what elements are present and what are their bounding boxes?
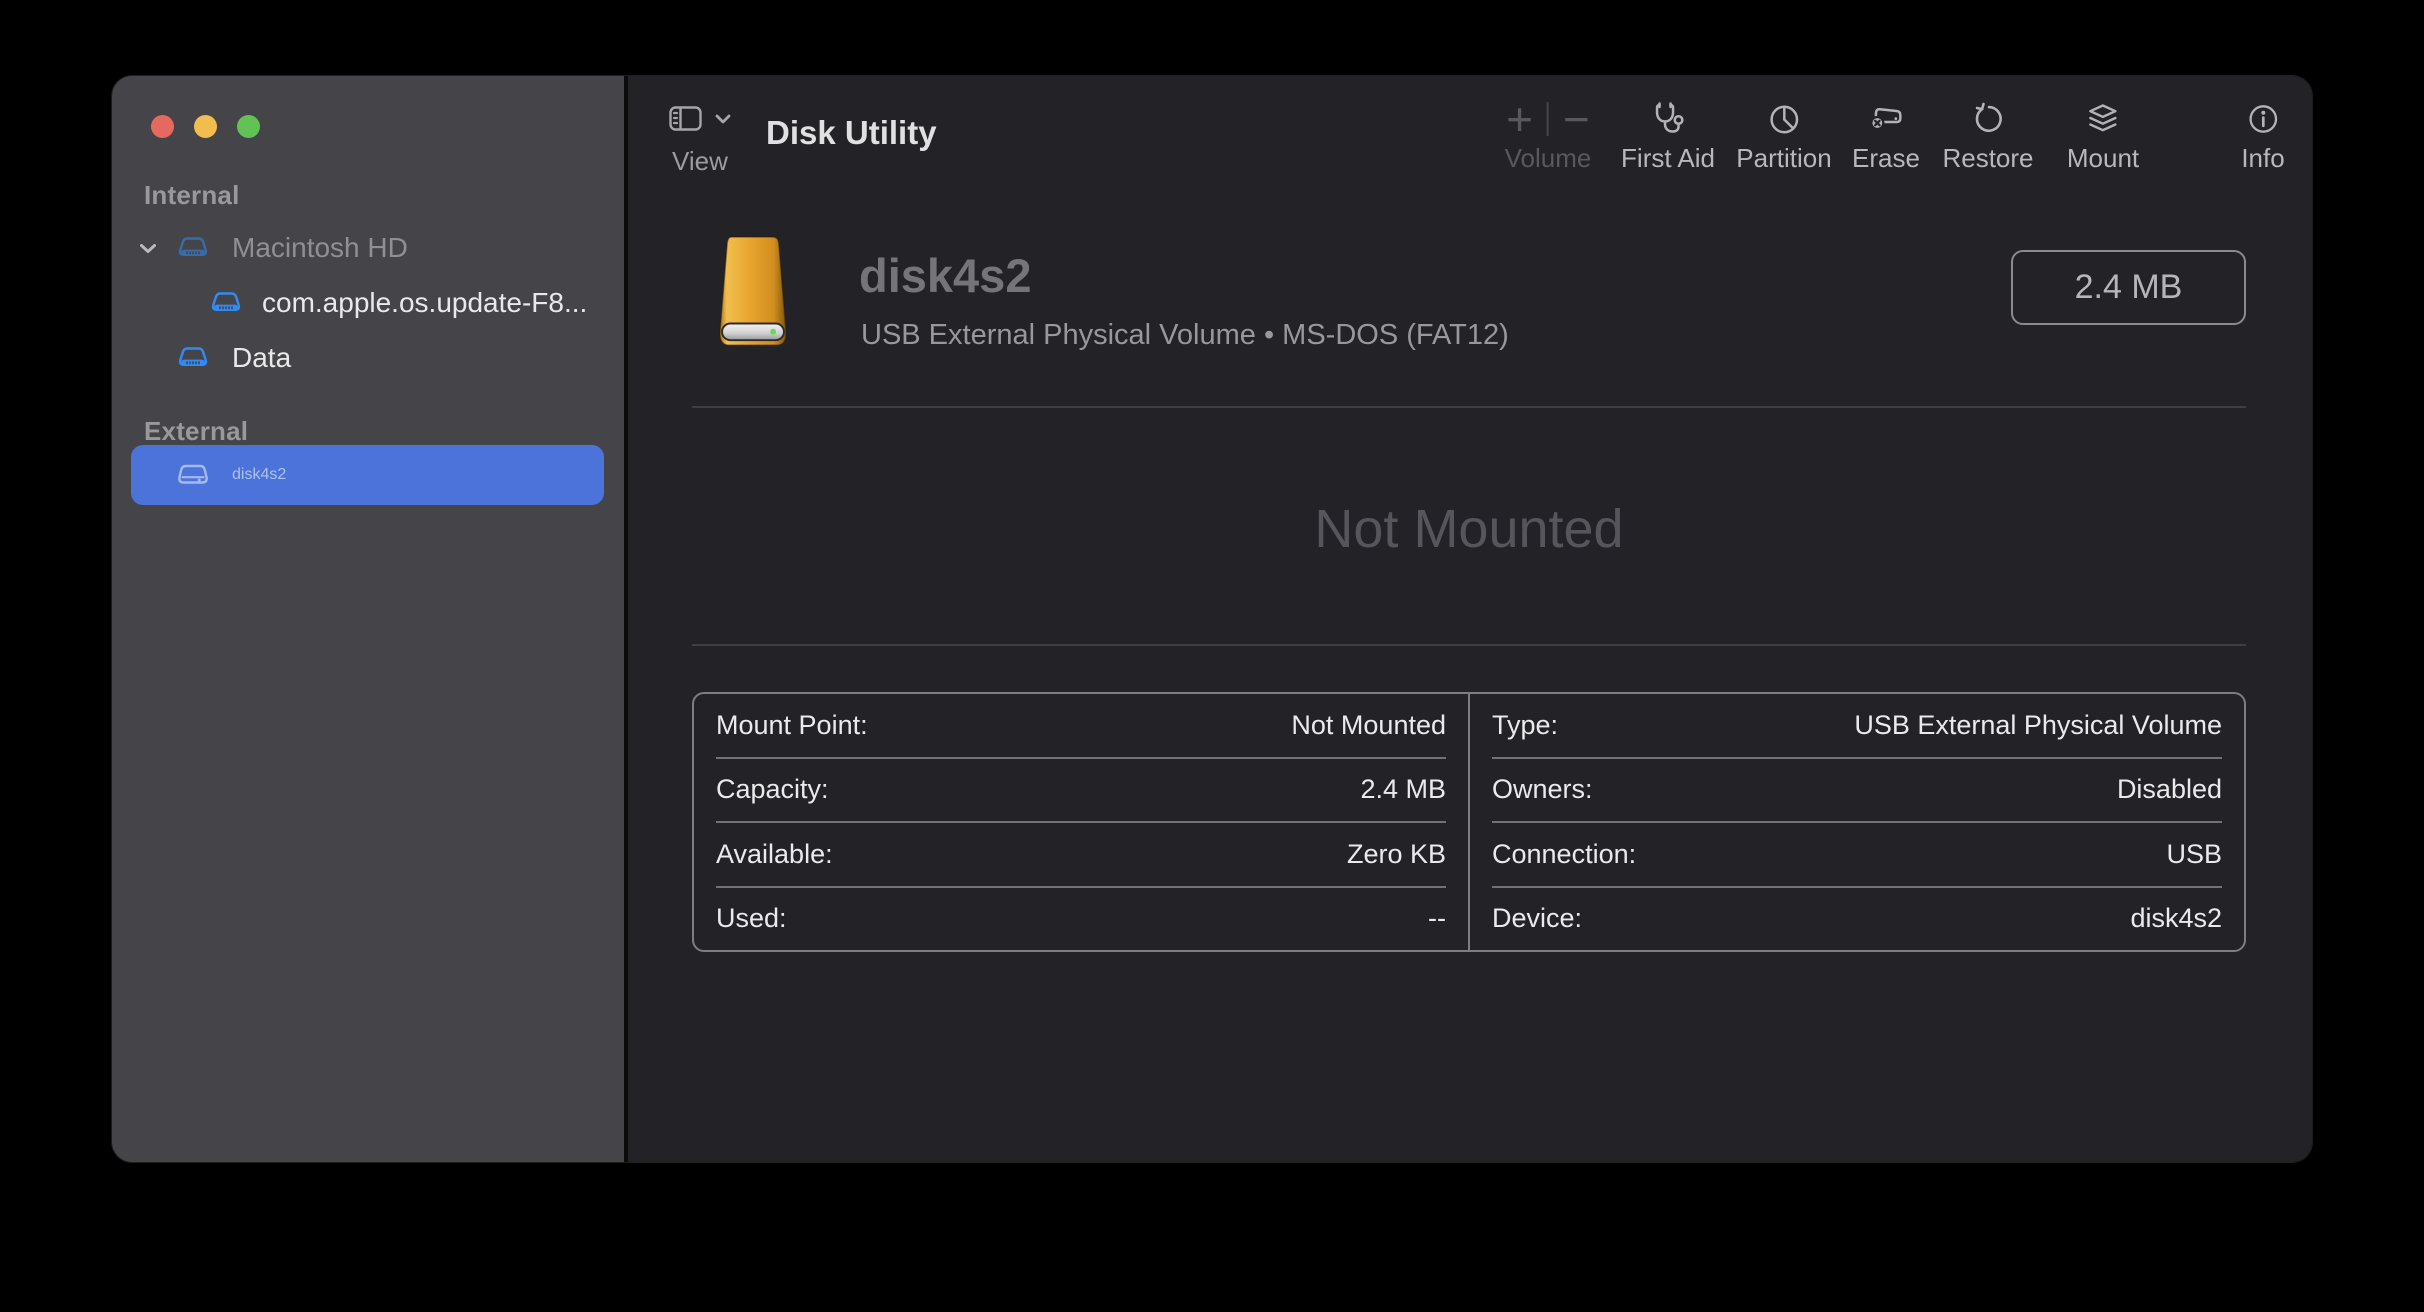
- table-row: Device: disk4s2: [1492, 888, 2222, 951]
- disk-utility-window: Internal Macintosh HD: [112, 76, 2312, 1162]
- info-circle-icon: [2245, 101, 2281, 137]
- sidebar-section-external: External: [144, 416, 248, 447]
- sidebar-item-label: Data: [232, 342, 291, 374]
- sidebar-item-label: disk4s2: [232, 466, 286, 484]
- sidebar-item-label: Macintosh HD: [232, 232, 408, 264]
- table-row: Connection: USB: [1492, 823, 2222, 888]
- table-row: Used: --: [716, 888, 1446, 951]
- row-value: 2.4 MB: [1360, 774, 1446, 805]
- partition-button[interactable]: Partition: [1736, 98, 1831, 174]
- sidebar-item-data[interactable]: Data: [112, 330, 624, 386]
- erase-drive-icon: [1866, 102, 1906, 136]
- internal-drive-icon: [176, 235, 210, 261]
- volume-description: USB External Physical Volume • MS-DOS (F…: [861, 319, 1509, 352]
- row-label: Type:: [1492, 710, 1558, 741]
- separator-line: [692, 406, 2246, 408]
- info-button[interactable]: Info: [2241, 98, 2284, 174]
- external-drive-image: [696, 235, 810, 351]
- separator-line: [692, 644, 2246, 646]
- mount-stack-icon: [2085, 101, 2121, 137]
- view-button[interactable]: View: [669, 106, 731, 177]
- external-drive-icon: [176, 462, 210, 488]
- row-value: USB: [2166, 839, 2222, 870]
- row-value: USB External Physical Volume: [1854, 710, 2222, 741]
- row-value: disk4s2: [2130, 903, 2222, 934]
- row-value: Not Mounted: [1291, 710, 1446, 741]
- sidebar-item-os-update[interactable]: com.apple.os.update-F8...: [112, 275, 624, 331]
- button-divider: [1547, 102, 1549, 136]
- mount-button[interactable]: Mount: [2067, 98, 2139, 174]
- first-aid-button[interactable]: First Aid: [1621, 98, 1715, 174]
- row-label: Available:: [716, 839, 833, 870]
- view-button-label: View: [672, 146, 731, 177]
- row-label: Used:: [716, 903, 787, 934]
- table-row: Capacity: 2.4 MB: [716, 759, 1446, 824]
- row-label: Connection:: [1492, 839, 1636, 870]
- sidebar: Internal Macintosh HD: [112, 76, 624, 1162]
- chevron-down-icon: [715, 114, 731, 124]
- mount-status-message: Not Mounted: [692, 498, 2246, 560]
- add-remove-volume-icon: + −: [1506, 98, 1590, 140]
- row-label: Owners:: [1492, 774, 1593, 805]
- close-button[interactable]: [151, 115, 174, 138]
- row-value: Zero KB: [1347, 839, 1446, 870]
- zoom-button[interactable]: [237, 115, 260, 138]
- table-row: Owners: Disabled: [1492, 759, 2222, 824]
- table-row: Mount Point: Not Mounted: [716, 694, 1446, 759]
- sidebar-item-disk4s2[interactable]: disk4s2: [131, 445, 604, 505]
- row-label: Device:: [1492, 903, 1582, 934]
- restore-button[interactable]: Restore: [1942, 98, 2033, 174]
- volume-button-group[interactable]: + − Volume: [1505, 98, 1592, 174]
- sidebar-item-label: com.apple.os.update-F8...: [262, 287, 587, 319]
- table-row: Available: Zero KB: [716, 823, 1446, 888]
- sidebar-section-internal: Internal: [144, 180, 240, 211]
- minimize-button[interactable]: [194, 115, 217, 138]
- row-value: --: [1428, 903, 1446, 934]
- row-label: Mount Point:: [716, 710, 868, 741]
- capacity-badge: 2.4 MB: [2011, 250, 2246, 325]
- sidebar-item-macintosh-hd[interactable]: Macintosh HD: [112, 220, 624, 276]
- info-table-left-column: Mount Point: Not Mounted Capacity: 2.4 M…: [694, 694, 1470, 950]
- row-label: Capacity:: [716, 774, 829, 805]
- window-title: Disk Utility: [766, 114, 937, 152]
- volume-title: disk4s2: [859, 248, 1031, 303]
- internal-drive-icon: [176, 345, 210, 371]
- sidebar-toggle-icon: [669, 106, 702, 131]
- main-panel: View Disk Utility + − Volume F: [628, 76, 2312, 1162]
- chevron-down-icon[interactable]: [139, 243, 157, 254]
- minus-icon[interactable]: −: [1563, 96, 1590, 142]
- plus-icon[interactable]: +: [1506, 96, 1533, 142]
- pie-chart-icon: [1766, 101, 1802, 137]
- erase-button[interactable]: Erase: [1852, 98, 1920, 174]
- window-controls: [151, 115, 260, 138]
- restore-arrow-icon: [1970, 101, 2006, 137]
- volume-info-table: Mount Point: Not Mounted Capacity: 2.4 M…: [692, 692, 2246, 952]
- row-value: Disabled: [2117, 774, 2222, 805]
- stethoscope-icon: [1650, 101, 1686, 137]
- info-table-right-column: Type: USB External Physical Volume Owner…: [1470, 694, 2244, 950]
- internal-drive-icon: [209, 290, 243, 316]
- table-row: Type: USB External Physical Volume: [1492, 694, 2222, 759]
